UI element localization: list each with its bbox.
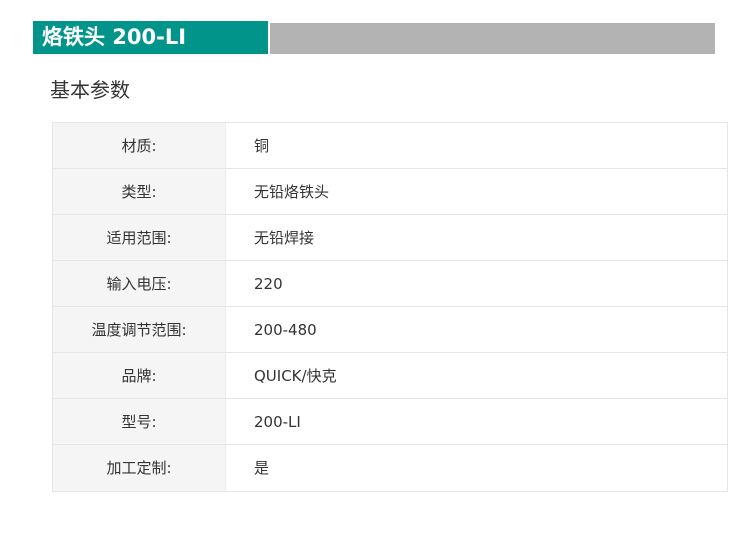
product-title: 烙铁头 200-LI — [33, 21, 268, 54]
spec-value: QUICK/快克 — [254, 367, 337, 385]
spec-row-application: 适用范围: 无铅焊接 — [53, 215, 727, 261]
spec-label: 类型: — [53, 169, 226, 214]
spec-table: 材质: 铜 类型: 无铅烙铁头 适用范围: 无铅焊接 输入电压: 220 温度调… — [52, 122, 728, 492]
spec-value: 无铅焊接 — [254, 229, 315, 247]
product-title-bar: 烙铁头 200-LI — [33, 21, 715, 54]
spec-label: 适用范围: — [53, 215, 226, 260]
spec-row-brand: 品牌: QUICK/快克 — [53, 353, 727, 399]
spec-label: 品牌: — [53, 353, 226, 398]
spec-row-material: 材质: 铜 — [53, 123, 727, 169]
section-title: 基本参数 — [50, 78, 130, 102]
spec-row-customization: 加工定制: 是 — [53, 445, 727, 491]
spec-label: 输入电压: — [53, 261, 226, 306]
spec-row-voltage: 输入电压: 220 — [53, 261, 727, 307]
spec-row-type: 类型: 无铅烙铁头 — [53, 169, 727, 215]
spec-label: 材质: — [53, 123, 226, 168]
spec-label: 型号: — [53, 399, 226, 444]
spec-value: 220 — [254, 275, 283, 293]
spec-value: 200-480 — [254, 321, 317, 339]
spec-value: 无铅烙铁头 — [254, 183, 330, 201]
spec-label: 温度调节范围: — [53, 307, 226, 352]
spec-value: 是 — [254, 459, 270, 477]
spec-value: 铜 — [254, 137, 270, 155]
spec-row-temperature-range: 温度调节范围: 200-480 — [53, 307, 727, 353]
title-bar-divider — [270, 23, 715, 54]
spec-value: 200-LI — [254, 413, 301, 431]
spec-row-model: 型号: 200-LI — [53, 399, 727, 445]
spec-label: 加工定制: — [53, 445, 226, 491]
